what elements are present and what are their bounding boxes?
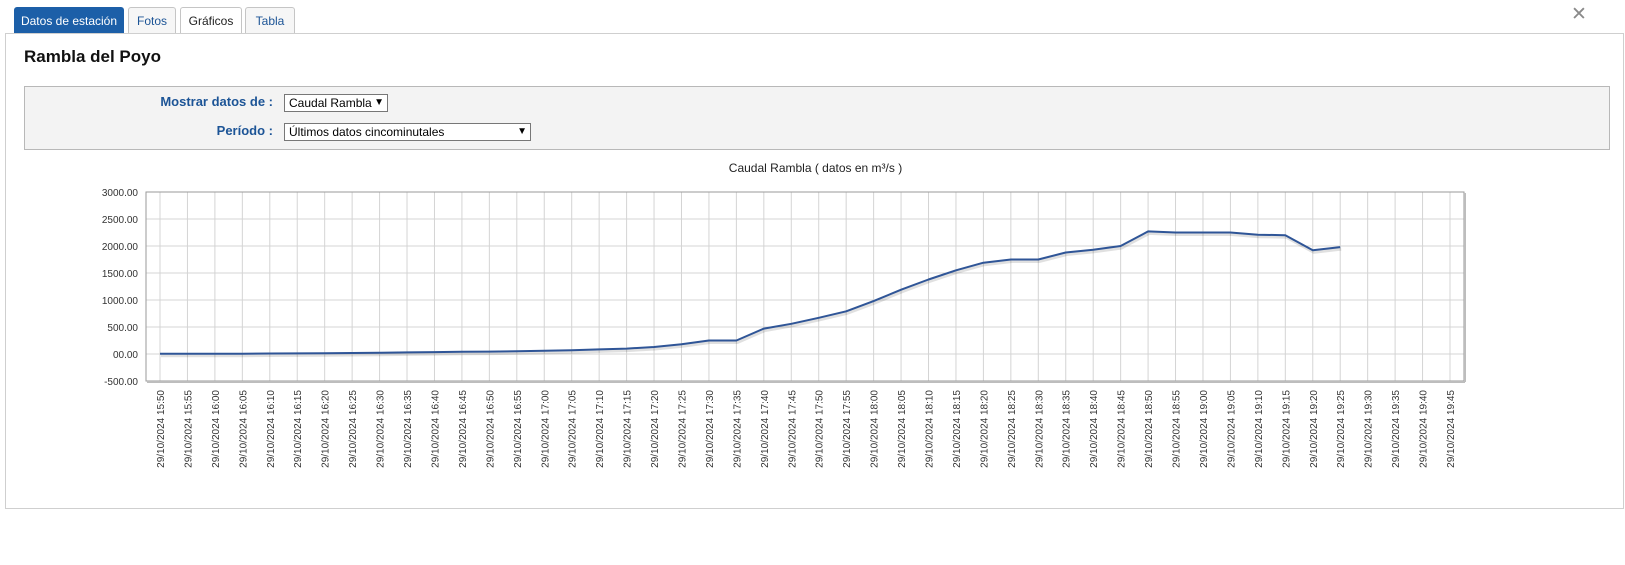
- y-tick-label: 1500.00: [102, 269, 139, 280]
- x-tick-label: 29/10/2024 18:15: [952, 390, 963, 468]
- x-tick-label: 29/10/2024 17:50: [815, 390, 826, 468]
- x-tick-label: 29/10/2024 15:50: [156, 390, 167, 468]
- y-tick-label: 3000.00: [102, 188, 139, 199]
- y-tick-label: 2000.00: [102, 242, 139, 253]
- x-tick-label: 29/10/2024 17:15: [623, 390, 634, 468]
- x-tick-label: 29/10/2024 17:30: [705, 390, 716, 468]
- x-tick-label: 29/10/2024 18:30: [1034, 390, 1045, 468]
- x-tick-label: 29/10/2024 16:50: [485, 390, 496, 468]
- line-chart: 3000.00 2500.00 2000.00 1500.00 1000.00 500.0…: [102, 188, 1466, 468]
- y-tick-label: -500.00: [104, 377, 138, 388]
- x-tick-label: 29/10/2024 16:30: [376, 390, 387, 468]
- x-tick-label: 29/10/2024 18:45: [1117, 390, 1128, 468]
- x-tick-label: 29/10/2024 18:35: [1062, 390, 1073, 468]
- x-tick-label: 29/10/2024 19:05: [1226, 390, 1237, 468]
- x-tick-label: 29/10/2024 17:00: [540, 390, 551, 468]
- x-tick-label: 29/10/2024 16:15: [293, 390, 304, 468]
- x-tick-label: 29/10/2024 16:20: [321, 390, 332, 468]
- x-tick-label: 29/10/2024 17:35: [732, 390, 743, 468]
- x-tick-label: 29/10/2024 19:15: [1281, 390, 1292, 468]
- x-tick-label: 29/10/2024 18:10: [925, 390, 936, 468]
- x-tick-label: 29/10/2024 19:00: [1199, 390, 1210, 468]
- x-tick-label: 29/10/2024 17:45: [787, 390, 798, 468]
- x-tick-label: 29/10/2024 18:00: [870, 390, 881, 468]
- x-tick-label: 29/10/2024 19:30: [1364, 390, 1375, 468]
- x-tick-label: 29/10/2024 17:55: [842, 390, 853, 468]
- x-tick-label: 29/10/2024 15:55: [183, 390, 194, 468]
- x-tick-label: 29/10/2024 16:40: [430, 390, 441, 468]
- x-tick-label: 29/10/2024 16:10: [266, 390, 277, 468]
- x-tick-label: 29/10/2024 19:35: [1391, 390, 1402, 468]
- x-tick-label: 29/10/2024 18:40: [1089, 390, 1100, 468]
- x-tick-label: 29/10/2024 18:05: [897, 390, 908, 468]
- x-tick-label: 29/10/2024 18:50: [1144, 390, 1155, 468]
- x-tick-label: 29/10/2024 17:05: [568, 390, 579, 468]
- x-tick-label: 29/10/2024 19:20: [1309, 390, 1320, 468]
- y-tick-label: 2500.00: [102, 215, 139, 226]
- x-tick-label: 29/10/2024 17:25: [677, 390, 688, 468]
- x-tick-label: 29/10/2024 18:25: [1007, 390, 1018, 468]
- y-tick-label: 1000.00: [102, 296, 139, 307]
- x-tick-label: 29/10/2024 18:55: [1172, 390, 1183, 468]
- x-tick-label: 29/10/2024 19:25: [1336, 390, 1347, 468]
- x-tick-label: 29/10/2024 16:05: [238, 390, 249, 468]
- y-tick-label: 500.00: [107, 323, 138, 334]
- x-tick-label: 29/10/2024 16:00: [211, 390, 222, 468]
- x-tick-label: 29/10/2024 16:25: [348, 390, 359, 468]
- x-tick-label: 29/10/2024 17:10: [595, 390, 606, 468]
- x-tick-label: 29/10/2024 19:40: [1419, 390, 1430, 468]
- x-tick-label: 29/10/2024 16:45: [458, 390, 469, 468]
- x-tick-label: 29/10/2024 18:20: [979, 390, 990, 468]
- x-tick-label: 29/10/2024 17:40: [760, 390, 771, 468]
- y-tick-label: 00.00: [113, 350, 138, 361]
- x-tick-label: 29/10/2024 16:55: [513, 390, 524, 468]
- x-tick-label: 29/10/2024 19:10: [1254, 390, 1265, 468]
- x-tick-label: 29/10/2024 19:45: [1446, 390, 1457, 468]
- x-tick-label: 29/10/2024 16:35: [403, 390, 414, 468]
- x-tick-label: 29/10/2024 17:20: [650, 390, 661, 468]
